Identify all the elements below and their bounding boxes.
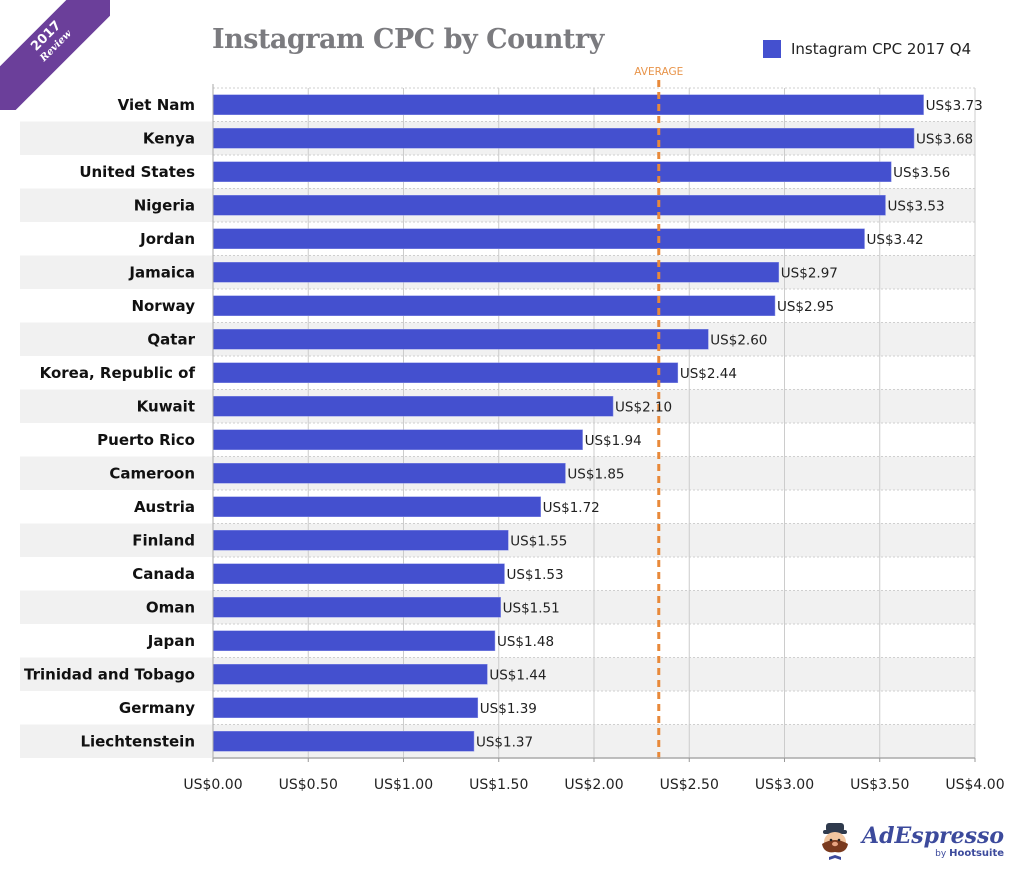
x-tick-label: US$0.00 [183,777,242,793]
bar [212,463,566,484]
bar [212,563,505,584]
category-label: Puerto Rico [97,431,195,449]
category-label: Cameroon [109,464,195,482]
category-label: Oman [146,598,195,616]
category-label: Korea, Republic of [40,364,196,382]
category-label: Viet Nam [118,96,195,114]
x-tick-label: US$4.00 [945,777,1004,793]
value-label: US$1.51 [503,600,560,616]
bar [212,94,924,115]
x-tick-label: US$0.50 [279,777,338,793]
x-tick-label: US$3.50 [850,777,909,793]
mascot-icon [818,822,852,862]
value-label: US$3.68 [916,131,973,147]
x-tick-label: US$2.50 [660,777,719,793]
value-label: US$1.53 [506,567,563,583]
value-label: US$1.39 [480,701,537,717]
bar [212,697,479,718]
average-label: AVERAGE [634,66,684,78]
category-label: Nigeria [134,196,195,214]
value-label: US$1.48 [497,634,554,650]
bar [212,731,475,752]
value-label: US$2.95 [777,299,834,315]
legend-swatch [763,40,781,58]
x-tick-label: US$3.00 [755,777,814,793]
category-label: Jamaica [128,263,195,281]
logo-sub-brand: Hootsuite [949,848,1005,859]
legend: Instagram CPC 2017 Q4 [763,40,971,58]
logo-name: AdEspresso [862,823,1005,849]
value-label: US$2.97 [781,265,838,281]
legend-label: Instagram CPC 2017 Q4 [791,40,972,58]
bar [212,496,541,517]
value-label: US$3.42 [867,232,924,248]
bar [212,429,583,450]
x-tick-label: US$2.00 [564,777,623,793]
value-label: US$2.60 [710,332,767,348]
value-label: US$1.94 [585,433,642,449]
category-label: Finland [132,531,195,549]
bar [212,664,488,685]
category-label: Jordan [139,230,195,248]
x-tick-label: US$1.50 [469,777,528,793]
value-label: US$2.10 [615,399,672,415]
value-label: US$3.53 [887,198,944,214]
bar [212,295,776,316]
category-label: United States [79,163,195,181]
value-label: US$1.44 [489,667,546,683]
logo-sub: by Hootsuite [935,848,1004,860]
category-label: Qatar [147,330,195,348]
bar [212,362,679,383]
bar [212,161,892,182]
x-tick-label: US$1.00 [374,777,433,793]
category-label: Japan [147,632,195,650]
category-label: Austria [134,498,195,516]
chart-title: Instagram CPC by Country [212,24,604,55]
value-label: US$2.44 [680,366,737,382]
bar [212,530,509,551]
value-label: US$1.85 [567,466,624,482]
category-label: Germany [119,699,195,717]
bar [212,195,886,216]
category-label: Canada [132,565,195,583]
category-label: Kuwait [137,397,195,415]
value-label: US$1.37 [476,734,533,750]
value-label: US$1.72 [543,500,600,516]
value-label: US$1.55 [510,533,567,549]
category-label: Kenya [143,129,195,147]
bar [212,396,614,417]
value-label: US$3.73 [926,98,983,114]
bar [212,262,780,283]
category-label: Liechtenstein [80,732,195,750]
bar-chart: Viet Nam Kenya United States Nigeria Jordan J… [20,80,1005,793]
bar [212,228,865,249]
logo-sub-prefix: by [935,849,947,859]
category-label: Trinidad and Tobago [24,665,195,683]
category-label: Norway [131,297,195,315]
value-label: US$3.56 [893,165,950,181]
bar [212,630,496,651]
bar [212,329,709,350]
bar [212,128,915,149]
adespresso-logo: AdEspresso by Hootsuite [818,822,1004,862]
bar [212,597,501,618]
